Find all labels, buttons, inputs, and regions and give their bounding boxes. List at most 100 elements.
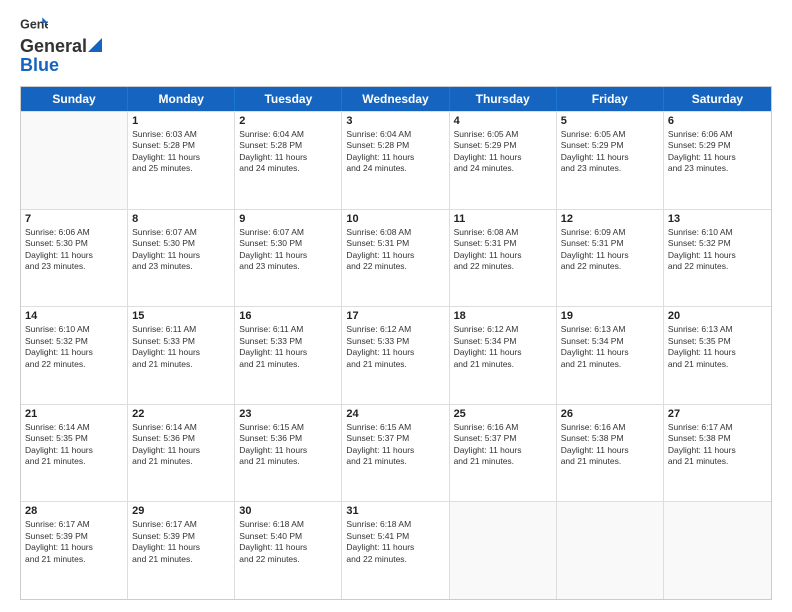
day-cell-31: 31 Sunrise: 6:18 AM Sunset: 5:41 PM Dayli… [342, 502, 449, 599]
day-info: Sunrise: 6:13 AM Sunset: 5:34 PM Dayligh… [561, 324, 659, 370]
day-number: 29 [132, 505, 230, 517]
day-cell-29: 29 Sunrise: 6:17 AM Sunset: 5:39 PM Dayli… [128, 502, 235, 599]
day-info: Sunrise: 6:03 AM Sunset: 5:28 PM Dayligh… [132, 129, 230, 175]
day-number: 20 [668, 310, 767, 322]
day-number: 13 [668, 213, 767, 225]
day-number: 6 [668, 115, 767, 127]
day-number: 9 [239, 213, 337, 225]
day-number: 4 [454, 115, 552, 127]
logo: General General Blue [20, 16, 102, 76]
calendar-body: 1Sunrise: 6:03 AM Sunset: 5:28 PM Daylig… [21, 111, 771, 599]
day-info: Sunrise: 6:10 AM Sunset: 5:32 PM Dayligh… [25, 324, 123, 370]
day-info: Sunrise: 6:06 AM Sunset: 5:29 PM Dayligh… [668, 129, 767, 175]
week-row-2: 7Sunrise: 6:06 AM Sunset: 5:30 PM Daylig… [21, 209, 771, 307]
day-cell-18: 18 Sunrise: 6:12 AM Sunset: 5:34 PM Dayli… [450, 307, 557, 404]
day-cell-23: 23 Sunrise: 6:15 AM Sunset: 5:36 PM Dayli… [235, 405, 342, 502]
day-cell-14: 14 Sunrise: 6:10 AM Sunset: 5:32 PM Dayli… [21, 307, 128, 404]
day-number: 18 [454, 310, 552, 322]
logo-general: General [20, 36, 87, 57]
day-info: Sunrise: 6:07 AM Sunset: 5:30 PM Dayligh… [132, 227, 230, 273]
day-number: 19 [561, 310, 659, 322]
day-info: Sunrise: 6:08 AM Sunset: 5:31 PM Dayligh… [454, 227, 552, 273]
day-number: 12 [561, 213, 659, 225]
day-number: 10 [346, 213, 444, 225]
day-number: 3 [346, 115, 444, 127]
page: General General Blue SundayMondayTuesday… [0, 0, 792, 612]
calendar-header: SundayMondayTuesdayWednesdayThursdayFrid… [21, 87, 771, 111]
day-number: 17 [346, 310, 444, 322]
day-info: Sunrise: 6:16 AM Sunset: 5:37 PM Dayligh… [454, 422, 552, 468]
empty-cell [664, 502, 771, 599]
logo-triangle [88, 38, 102, 52]
day-info: Sunrise: 6:11 AM Sunset: 5:33 PM Dayligh… [132, 324, 230, 370]
day-info: Sunrise: 6:12 AM Sunset: 5:33 PM Dayligh… [346, 324, 444, 370]
day-cell-30: 30 Sunrise: 6:18 AM Sunset: 5:40 PM Dayli… [235, 502, 342, 599]
day-cell-16: 16 Sunrise: 6:11 AM Sunset: 5:33 PM Dayli… [235, 307, 342, 404]
header-day-tuesday: Tuesday [235, 87, 342, 111]
day-cell-1: 1Sunrise: 6:03 AM Sunset: 5:28 PM Daylig… [128, 112, 235, 209]
week-row-1: 1Sunrise: 6:03 AM Sunset: 5:28 PM Daylig… [21, 111, 771, 209]
day-number: 5 [561, 115, 659, 127]
day-number: 31 [346, 505, 444, 517]
day-info: Sunrise: 6:13 AM Sunset: 5:35 PM Dayligh… [668, 324, 767, 370]
day-number: 14 [25, 310, 123, 322]
header-day-monday: Monday [128, 87, 235, 111]
day-info: Sunrise: 6:05 AM Sunset: 5:29 PM Dayligh… [561, 129, 659, 175]
header-day-sunday: Sunday [21, 87, 128, 111]
day-number: 16 [239, 310, 337, 322]
day-info: Sunrise: 6:17 AM Sunset: 5:39 PM Dayligh… [132, 519, 230, 565]
day-number: 15 [132, 310, 230, 322]
day-info: Sunrise: 6:06 AM Sunset: 5:30 PM Dayligh… [25, 227, 123, 273]
day-number: 30 [239, 505, 337, 517]
day-cell-13: 13Sunrise: 6:10 AM Sunset: 5:32 PM Dayli… [664, 210, 771, 307]
day-info: Sunrise: 6:17 AM Sunset: 5:39 PM Dayligh… [25, 519, 123, 565]
week-row-4: 21 Sunrise: 6:14 AM Sunset: 5:35 PM Dayli… [21, 404, 771, 502]
day-cell-26: 26 Sunrise: 6:16 AM Sunset: 5:38 PM Dayli… [557, 405, 664, 502]
day-info: Sunrise: 6:04 AM Sunset: 5:28 PM Dayligh… [346, 129, 444, 175]
week-row-3: 14 Sunrise: 6:10 AM Sunset: 5:32 PM Dayli… [21, 306, 771, 404]
day-info: Sunrise: 6:08 AM Sunset: 5:31 PM Dayligh… [346, 227, 444, 273]
day-cell-20: 20 Sunrise: 6:13 AM Sunset: 5:35 PM Dayli… [664, 307, 771, 404]
day-number: 8 [132, 213, 230, 225]
day-info: Sunrise: 6:14 AM Sunset: 5:36 PM Dayligh… [132, 422, 230, 468]
header-day-wednesday: Wednesday [342, 87, 449, 111]
day-cell-2: 2Sunrise: 6:04 AM Sunset: 5:28 PM Daylig… [235, 112, 342, 209]
day-cell-21: 21 Sunrise: 6:14 AM Sunset: 5:35 PM Dayli… [21, 405, 128, 502]
calendar: SundayMondayTuesdayWednesdayThursdayFrid… [20, 86, 772, 600]
day-cell-10: 10 Sunrise: 6:08 AM Sunset: 5:31 PM Dayli… [342, 210, 449, 307]
header-day-thursday: Thursday [450, 87, 557, 111]
day-cell-24: 24 Sunrise: 6:15 AM Sunset: 5:37 PM Dayli… [342, 405, 449, 502]
day-number: 2 [239, 115, 337, 127]
day-info: Sunrise: 6:11 AM Sunset: 5:33 PM Dayligh… [239, 324, 337, 370]
day-cell-15: 15 Sunrise: 6:11 AM Sunset: 5:33 PM Dayli… [128, 307, 235, 404]
day-number: 25 [454, 408, 552, 420]
day-cell-5: 5 Sunrise: 6:05 AM Sunset: 5:29 PM Daylig… [557, 112, 664, 209]
day-info: Sunrise: 6:18 AM Sunset: 5:41 PM Dayligh… [346, 519, 444, 565]
day-number: 23 [239, 408, 337, 420]
day-cell-9: 9Sunrise: 6:07 AM Sunset: 5:30 PM Daylig… [235, 210, 342, 307]
day-cell-25: 25 Sunrise: 6:16 AM Sunset: 5:37 PM Dayli… [450, 405, 557, 502]
day-info: Sunrise: 6:15 AM Sunset: 5:37 PM Dayligh… [346, 422, 444, 468]
week-row-5: 28Sunrise: 6:17 AM Sunset: 5:39 PM Dayli… [21, 501, 771, 599]
day-info: Sunrise: 6:15 AM Sunset: 5:36 PM Dayligh… [239, 422, 337, 468]
day-number: 11 [454, 213, 552, 225]
day-number: 24 [346, 408, 444, 420]
day-cell-6: 6 Sunrise: 6:06 AM Sunset: 5:29 PM Daylig… [664, 112, 771, 209]
day-cell-4: 4Sunrise: 6:05 AM Sunset: 5:29 PM Daylig… [450, 112, 557, 209]
day-info: Sunrise: 6:14 AM Sunset: 5:35 PM Dayligh… [25, 422, 123, 468]
day-cell-28: 28Sunrise: 6:17 AM Sunset: 5:39 PM Dayli… [21, 502, 128, 599]
day-cell-3: 3 Sunrise: 6:04 AM Sunset: 5:28 PM Daylig… [342, 112, 449, 209]
day-number: 21 [25, 408, 123, 420]
header: General General Blue [20, 16, 772, 76]
day-info: Sunrise: 6:17 AM Sunset: 5:38 PM Dayligh… [668, 422, 767, 468]
day-info: Sunrise: 6:12 AM Sunset: 5:34 PM Dayligh… [454, 324, 552, 370]
day-info: Sunrise: 6:09 AM Sunset: 5:31 PM Dayligh… [561, 227, 659, 273]
day-number: 26 [561, 408, 659, 420]
header-day-saturday: Saturday [664, 87, 771, 111]
day-cell-17: 17 Sunrise: 6:12 AM Sunset: 5:33 PM Dayli… [342, 307, 449, 404]
day-info: Sunrise: 6:18 AM Sunset: 5:40 PM Dayligh… [239, 519, 337, 565]
day-cell-12: 12 Sunrise: 6:09 AM Sunset: 5:31 PM Dayli… [557, 210, 664, 307]
day-cell-19: 19 Sunrise: 6:13 AM Sunset: 5:34 PM Dayli… [557, 307, 664, 404]
day-info: Sunrise: 6:16 AM Sunset: 5:38 PM Dayligh… [561, 422, 659, 468]
day-number: 22 [132, 408, 230, 420]
